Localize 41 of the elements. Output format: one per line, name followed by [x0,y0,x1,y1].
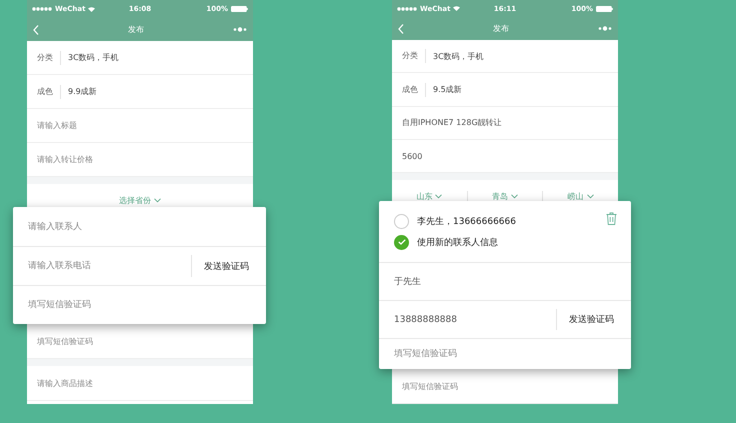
battery-icon [596,6,614,12]
trash-icon[interactable] [606,212,617,225]
back-icon[interactable] [398,24,404,34]
input-field[interactable]: 请输入转让价格 [37,155,217,164]
input-field[interactable]: 自用IPHONE7 128G靓转让 [402,118,582,128]
radio-button[interactable] [394,234,409,250]
input-field[interactable]: 13888888888 [394,314,556,324]
chevron-down-icon [154,198,161,203]
send-code-button[interactable]: 发送验证码 [191,255,266,277]
input-field[interactable]: 请输入标题 [37,121,217,130]
chevron-down-icon [435,194,442,200]
field-value[interactable]: 9.5成新 [433,84,462,96]
input-field[interactable]: 于先生 [394,276,631,286]
field-value[interactable]: 3C数码，手机 [433,50,484,62]
field-label: 分类 [37,50,61,64]
input-field[interactable]: 请输入商品描述 [37,378,217,388]
option-label[interactable]: 使用新的联系人信息 [417,236,498,248]
signal-icon [397,6,417,11]
field-label: 成色 [402,82,426,97]
option-label[interactable]: 李先生，13666666666 [417,214,516,228]
signal-icon [32,7,52,11]
more-icon[interactable] [233,27,247,32]
field-value[interactable]: 9.9成新 [68,86,97,97]
page-title: 发布 [128,24,144,35]
wifi-icon [88,6,96,12]
page-title: 发布 [493,23,509,34]
battery-icon [231,6,248,12]
check-icon [398,239,406,245]
field-value[interactable]: 3C数码，手机 [68,52,119,63]
field-label: 分类 [402,49,426,64]
more-icon[interactable] [598,26,612,32]
wifi-icon [453,6,460,12]
input-field[interactable]: 5600 [402,152,582,161]
input-field[interactable]: 填写短信验证码 [402,382,582,391]
radio-button[interactable] [394,214,409,228]
chevron-down-icon [586,194,594,200]
field-label: 成色 [37,84,61,98]
chevron-down-icon [511,194,518,200]
back-icon[interactable] [33,24,39,34]
send-code-button[interactable]: 发送验证码 [556,309,631,330]
input-field[interactable]: 填写短信验证码 [37,336,217,346]
